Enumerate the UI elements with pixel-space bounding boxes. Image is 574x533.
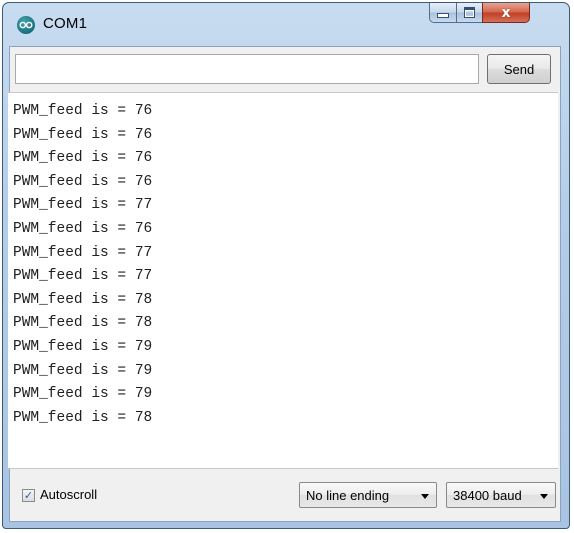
output-line: PWM_feed is = 76 (13, 103, 153, 119)
maximize-button[interactable] (456, 3, 483, 23)
title-bar[interactable]: COM1 x (3, 3, 569, 47)
output-line: PWM_feed is = 76 (13, 173, 153, 190)
chevron-down-icon (540, 494, 548, 499)
baud-rate-select[interactable]: 38400 baud (446, 482, 556, 508)
output-line: PWM_feed is = 78 (13, 409, 153, 426)
output-line: PWM_feed is = 76 (13, 150, 153, 167)
output-line: PWM_feed is = 77 (13, 268, 153, 285)
output-line: PWM_feed is = 78 (13, 291, 153, 308)
window-title: COM1 (43, 15, 88, 32)
minimize-button[interactable] (429, 3, 457, 23)
arduino-icon (17, 16, 35, 34)
serial-send-input[interactable] (15, 54, 479, 84)
close-icon: x (501, 4, 511, 21)
output-line: PWM_feed is = 79 (13, 386, 153, 403)
maximize-icon (464, 7, 475, 18)
chevron-down-icon (421, 494, 429, 499)
output-line: PWM_feed is = 77 (13, 197, 153, 214)
minimize-icon (437, 13, 449, 18)
output-line: PWM_feed is = 76 (13, 221, 153, 237)
checkmark-icon: ✓ (23, 489, 34, 502)
autoscroll-checkbox[interactable]: ✓ (22, 489, 35, 502)
send-button[interactable]: Send (487, 54, 551, 84)
output-line: PWM_feed is = 79 (13, 362, 153, 379)
output-line: PWM_feed is = 79 (13, 339, 153, 355)
output-line: PWM_feed is = 77 (13, 244, 153, 261)
serial-output-area[interactable]: PWM_feed is = 76 PWM_feed is = 76 PWM_feed… (8, 92, 558, 469)
line-ending-select[interactable]: No line ending (299, 482, 437, 508)
output-line: PWM_feed is = 76 (13, 126, 153, 143)
output-line: PWM_feed is = 78 (13, 315, 153, 332)
line-ending-value: No line ending (306, 488, 390, 503)
autoscroll-label[interactable]: Autoscroll (40, 487, 97, 502)
close-button[interactable]: x (482, 3, 530, 23)
baud-rate-value: 38400 baud (453, 488, 522, 503)
